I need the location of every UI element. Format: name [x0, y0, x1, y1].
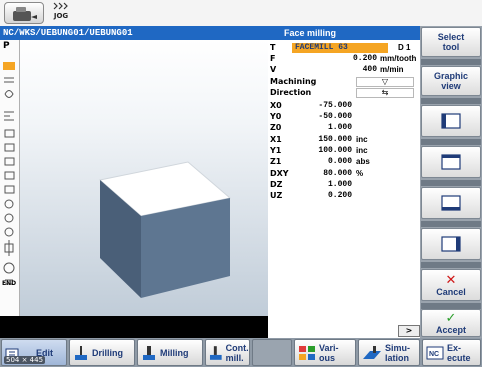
param-dxy-row: DXY 80.000 %: [270, 169, 364, 179]
top-bar: JOG: [0, 0, 482, 26]
param-z0-row: Z0 1.000: [270, 123, 352, 133]
simulation-icon: [363, 345, 381, 359]
machine-area-button[interactable]: [4, 2, 44, 24]
various-button[interactable]: Vari- ous: [294, 339, 356, 366]
dxy-unit[interactable]: %: [356, 169, 363, 179]
horizontal-softkey-bar: Edit 504 × 445 Drilling Milling Cont. mi…: [0, 338, 482, 367]
edit-button[interactable]: Edit 504 × 445: [1, 339, 67, 366]
view-bottom-button[interactable]: [421, 187, 481, 219]
program-header-label: P: [3, 41, 10, 51]
y0-value[interactable]: -50.000: [292, 112, 352, 122]
view-top-icon: [441, 154, 461, 170]
accept-button[interactable]: ✓ Accept: [421, 309, 481, 337]
graphic-view-button[interactable]: Graphic view: [421, 66, 481, 96]
x0-value[interactable]: -75.000: [292, 101, 352, 111]
view-right-icon: [441, 236, 461, 252]
milling-button[interactable]: Milling: [137, 339, 203, 366]
program-step-strip: P END: [0, 40, 20, 316]
accept-icon: ✓: [445, 310, 457, 326]
param-z1-row: Z1 0.000 abs: [270, 157, 370, 167]
resolution-label: 504 × 445: [4, 356, 46, 364]
parameter-panel: T FACEMILL 63 D 1 F 0.200 mm/tooth V 400…: [268, 40, 420, 316]
empty-softkey[interactable]: [252, 339, 292, 366]
param-x0-row: X0 -75.000: [270, 101, 352, 111]
param-machining-row: Machining ▽: [268, 77, 420, 87]
workpiece-3d-view: [98, 161, 232, 298]
f-value[interactable]: 0.200: [292, 54, 377, 64]
view-bottom-icon: [441, 195, 461, 211]
z1-value[interactable]: 0.000: [292, 157, 352, 167]
view-left-button[interactable]: [421, 105, 481, 137]
view-top-button[interactable]: [421, 146, 481, 178]
param-uz-row: UZ 0.200: [270, 191, 352, 201]
z0-value[interactable]: 1.000: [292, 123, 352, 133]
cancel-button[interactable]: ✕ Cancel: [421, 269, 481, 301]
v-value[interactable]: 400: [292, 65, 377, 75]
param-direction-row: Direction ⇆: [268, 88, 420, 98]
tool-d-number: D 1: [398, 43, 411, 52]
dxy-value[interactable]: 80.000: [292, 169, 352, 179]
param-dz-row: DZ 1.000: [270, 180, 352, 190]
z1-unit[interactable]: abs: [356, 157, 370, 167]
page-title: Face milling: [268, 26, 420, 40]
param-x1-row: X1 150.000 inc: [270, 135, 368, 145]
param-y0-row: Y0 -50.000: [270, 112, 352, 122]
drilling-icon: [75, 345, 87, 360]
contour-milling-button[interactable]: Cont. mill.: [205, 339, 250, 366]
direction-select[interactable]: ⇆: [356, 88, 414, 98]
y1-value[interactable]: 100.000: [292, 146, 352, 156]
param-tool-row: T FACEMILL 63 D 1: [270, 43, 411, 53]
cancel-icon: ✕: [445, 272, 457, 288]
vertical-softkey-bar: Select tool Graphic view ✕ Cancel ✓ Acce…: [420, 26, 482, 338]
svg-text:NC: NC: [429, 351, 439, 358]
graphic-view: [20, 40, 268, 316]
f-unit[interactable]: mm/tooth: [380, 54, 416, 64]
machine-icon: [13, 7, 37, 21]
program-end-label: END: [2, 280, 17, 287]
program-path: NC/WKS/UEBUNG01/UEBUNG01: [0, 26, 268, 40]
select-tool-button[interactable]: Select tool: [421, 27, 481, 57]
param-v-row: V 400 m/min: [270, 65, 404, 75]
view-right-button[interactable]: [421, 228, 481, 260]
more-arrow-button[interactable]: >: [398, 325, 420, 337]
view-left-icon: [441, 113, 461, 129]
jog-mode-indicator: JOG: [46, 1, 76, 25]
simulation-button[interactable]: Simu- lation: [358, 339, 420, 366]
x1-value[interactable]: 150.000: [292, 135, 352, 145]
execute-nc-icon: NC: [426, 346, 444, 359]
milling-icon: [143, 345, 155, 360]
param-y1-row: Y1 100.000 inc: [270, 146, 368, 156]
drilling-button[interactable]: Drilling: [69, 339, 135, 366]
y1-unit[interactable]: inc: [356, 146, 368, 156]
dz-value[interactable]: 1.000: [292, 180, 352, 190]
machining-select[interactable]: ▽: [356, 77, 414, 87]
contour-milling-icon: [209, 345, 222, 360]
x1-unit[interactable]: inc: [356, 135, 368, 145]
program-step-icons: [3, 77, 15, 285]
step-face-milling-selected[interactable]: [3, 62, 15, 70]
mode-label: JOG: [53, 12, 69, 20]
uz-value[interactable]: 0.200: [292, 191, 352, 201]
param-f-row: F 0.200 mm/tooth: [270, 54, 417, 64]
tool-field[interactable]: FACEMILL 63: [292, 43, 388, 53]
various-icon: [299, 345, 315, 360]
v-unit[interactable]: m/min: [380, 65, 404, 75]
execute-button[interactable]: NC Ex- ecute: [422, 339, 481, 366]
